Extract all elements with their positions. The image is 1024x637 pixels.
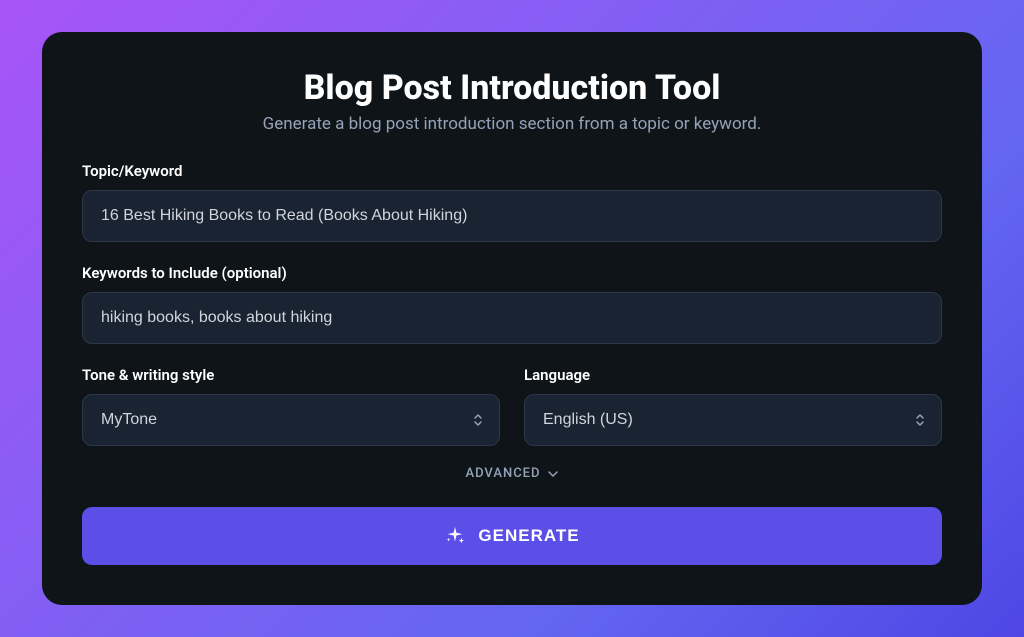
language-label: Language (524, 366, 942, 384)
keywords-input[interactable] (82, 292, 942, 344)
generate-label: GENERATE (478, 526, 579, 546)
page-title: Blog Post Introduction Tool (82, 68, 942, 108)
language-select-wrap: English (US) (524, 394, 942, 446)
tone-group: Tone & writing style MyTone (82, 366, 500, 446)
tone-select-wrap: MyTone (82, 394, 500, 446)
topic-group: Topic/Keyword (82, 162, 942, 242)
tone-language-row: Tone & writing style MyTone Language Eng… (82, 366, 942, 446)
chevron-down-icon (547, 470, 559, 478)
keywords-group: Keywords to Include (optional) (82, 264, 942, 344)
tone-select[interactable]: MyTone (82, 394, 500, 446)
advanced-toggle[interactable]: ADVANCED (82, 460, 942, 481)
tone-label: Tone & writing style (82, 366, 500, 384)
generate-button[interactable]: GENERATE (82, 507, 942, 565)
language-select[interactable]: English (US) (524, 394, 942, 446)
language-group: Language English (US) (524, 366, 942, 446)
advanced-label: ADVANCED (465, 466, 540, 481)
tool-card: Blog Post Introduction Tool Generate a b… (42, 32, 982, 605)
topic-label: Topic/Keyword (82, 162, 942, 180)
keywords-label: Keywords to Include (optional) (82, 264, 942, 282)
sparkles-icon (444, 525, 466, 547)
page-subtitle: Generate a blog post introduction sectio… (82, 114, 942, 134)
topic-input[interactable] (82, 190, 942, 242)
